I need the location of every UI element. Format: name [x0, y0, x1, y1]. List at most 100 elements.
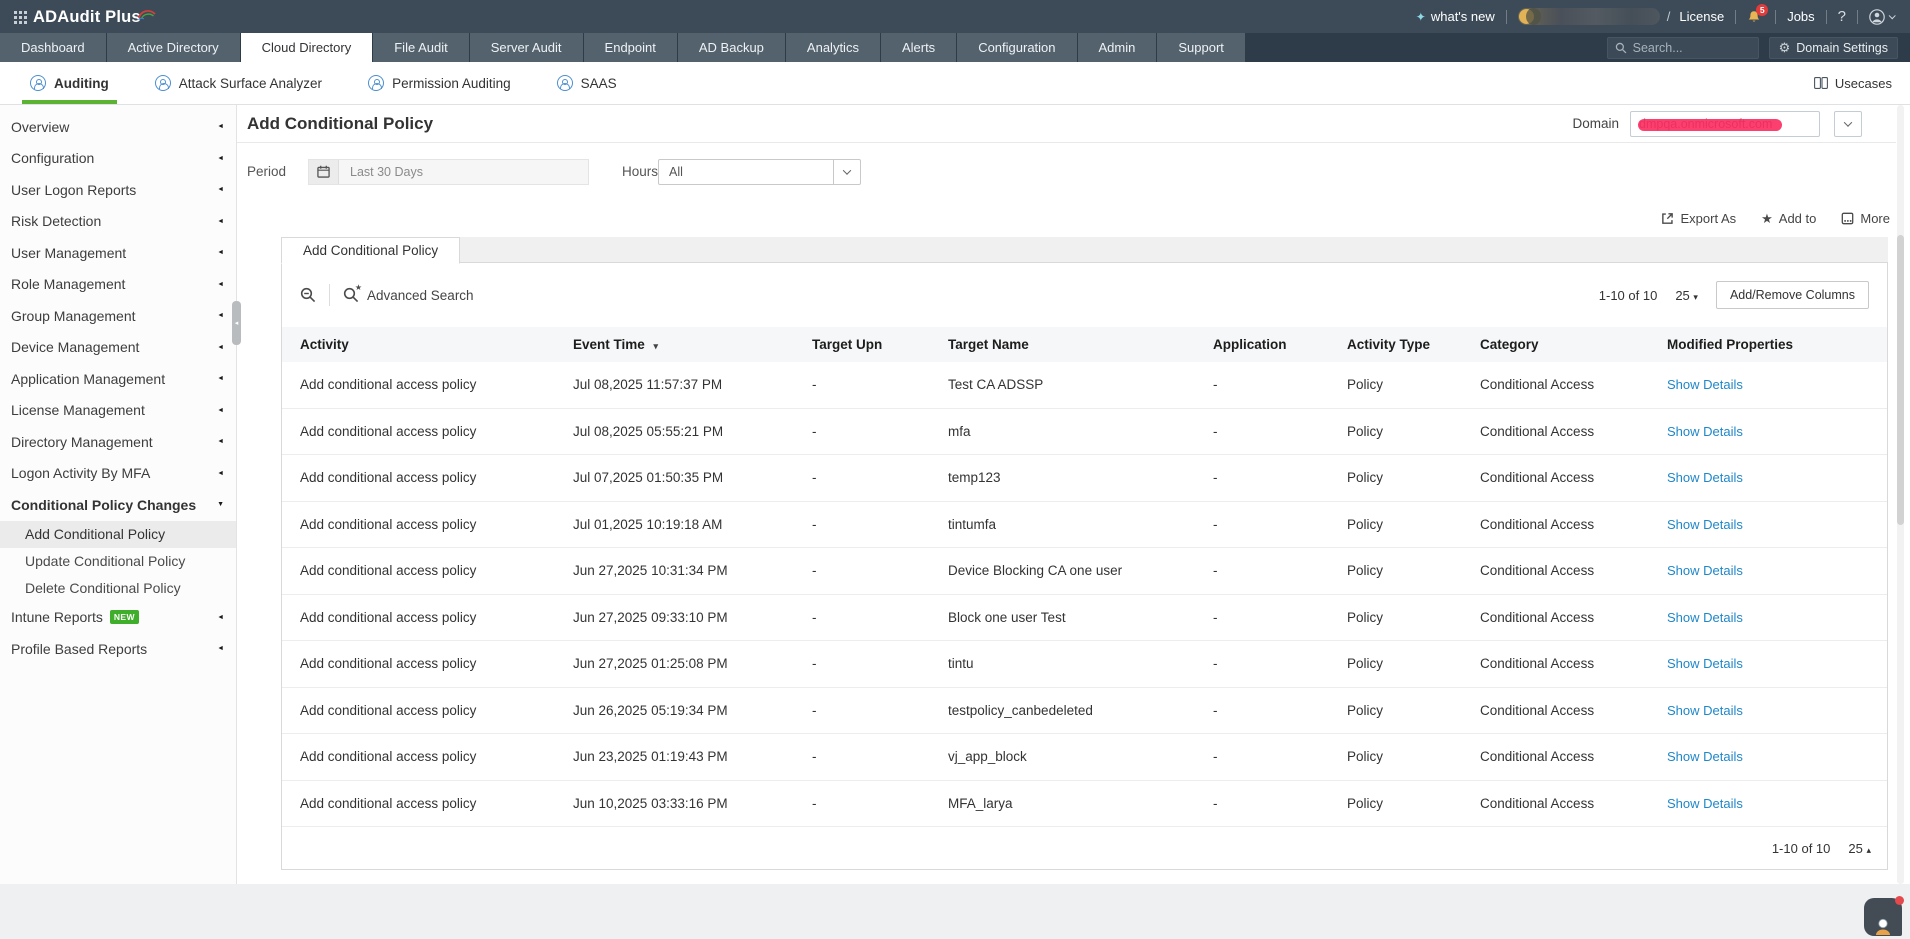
sidebar-item[interactable]: User Management ◄ [0, 237, 236, 269]
sidebar-item[interactable]: User Logon Reports ◄ [0, 174, 236, 206]
sidebar-item[interactable]: Delete Conditional Policy [0, 575, 236, 602]
usecases-button[interactable]: Usecases [1813, 76, 1910, 91]
show-details-link[interactable]: Show Details [1667, 610, 1743, 625]
show-details-link[interactable]: Show Details [1667, 563, 1743, 578]
show-details-link[interactable]: Show Details [1667, 377, 1743, 392]
support-chat-widget[interactable] [1864, 896, 1904, 936]
sidebar-collapse-handle[interactable]: ◂ [232, 301, 241, 345]
col-activity-type[interactable]: Activity Type [1347, 337, 1480, 352]
export-as-button[interactable]: Export As [1661, 211, 1736, 226]
sidebar-item[interactable]: Directory Management ◄ [0, 426, 236, 458]
col-target-upn[interactable]: Target Upn [812, 337, 948, 352]
column-search-icon[interactable] [300, 287, 316, 303]
cell-event-time: Jun 27,2025 09:33:10 PM [573, 609, 728, 625]
module-tab[interactable]: Endpoint [583, 33, 677, 62]
domain-select-caret[interactable] [1834, 110, 1862, 137]
show-details-link[interactable]: Show Details [1667, 470, 1743, 485]
permission-auditing-icon [368, 75, 385, 91]
show-details-link[interactable]: Show Details [1667, 424, 1743, 439]
module-tab[interactable]: Support [1157, 33, 1245, 62]
sidebar-item-label: Role Management [11, 276, 126, 293]
cell-event-time: Jul 08,2025 11:57:37 PM [573, 377, 723, 393]
sidebar-item[interactable]: Device Management ◄ [0, 332, 236, 364]
license-link[interactable]: License [1679, 9, 1724, 24]
page-size-dropdown[interactable]: 25 ▾ [1675, 288, 1698, 303]
show-details-link[interactable]: Show Details [1667, 517, 1743, 532]
add-remove-columns-button[interactable]: Add/Remove Columns [1715, 281, 1869, 309]
sidebar-item[interactable]: License Management ◄ [0, 395, 236, 427]
cell-target-upn: - [812, 702, 817, 718]
module-tab[interactable]: Alerts [880, 33, 957, 62]
calendar-icon [309, 159, 339, 184]
sidebar-item[interactable]: Logon Activity By MFA ◄ [0, 458, 236, 490]
vertical-scrollbar[interactable] [1897, 105, 1904, 884]
module-tab[interactable]: Active Directory [106, 33, 240, 62]
sidebar-item[interactable]: Configuration ◄ [0, 143, 236, 175]
whats-new-link[interactable]: ✦ what's new [1416, 9, 1495, 24]
sidebar-item[interactable]: Update Conditional Policy [0, 548, 236, 575]
col-event-time[interactable]: Event Time ▾ [573, 337, 812, 352]
sidebar-item-label: Update Conditional Policy [25, 553, 186, 569]
sidebar-item[interactable]: Conditional Policy Changes ▼ [0, 489, 236, 521]
saas-icon [556, 75, 573, 91]
sidebar-item[interactable]: Intune Reports NEW ◄ [0, 602, 236, 634]
page-size-dropdown-bottom[interactable]: 25 ▴ [1848, 841, 1871, 856]
module-tab[interactable]: Configuration [957, 33, 1077, 62]
module-tab[interactable]: Cloud Directory [240, 33, 373, 62]
col-category[interactable]: Category [1480, 337, 1667, 352]
show-details-link[interactable]: Show Details [1667, 703, 1743, 718]
col-modified-properties[interactable]: Modified Properties [1667, 337, 1887, 352]
cell-activity: Add conditional access policy [300, 656, 477, 672]
show-details-link[interactable]: Show Details [1667, 656, 1743, 671]
user-avatar-menu[interactable] [1869, 8, 1896, 25]
module-tab[interactable]: File Audit [373, 33, 469, 62]
scrollbar-thumb[interactable] [1897, 235, 1904, 525]
sidebar-item[interactable]: Group Management ◄ [0, 300, 236, 332]
show-details-link[interactable]: Show Details [1667, 796, 1743, 811]
module-tab[interactable]: Admin [1077, 33, 1157, 62]
module-tab-bar: Dashboard Active Directory Cloud Directo… [0, 33, 1910, 62]
advanced-search-icon[interactable]: ★ [343, 283, 362, 303]
module-tab[interactable]: Server Audit [469, 33, 583, 62]
module-tab[interactable]: Analytics [785, 33, 880, 62]
advanced-search-label[interactable]: Advanced Search [367, 288, 474, 303]
period-picker[interactable]: Last 30 Days [308, 158, 589, 185]
module-tab[interactable]: Dashboard [0, 33, 106, 62]
attack-surface-analyzer-icon [154, 75, 171, 91]
star-icon: ★ [1761, 210, 1773, 226]
domain-settings-button[interactable]: ⚙ Domain Settings [1768, 36, 1898, 59]
sidebar-item[interactable]: Profile Based Reports ◄ [0, 633, 236, 665]
report-tab-add-conditional-policy[interactable]: Add Conditional Policy [281, 237, 461, 264]
show-details-link[interactable]: Show Details [1667, 749, 1743, 764]
cell-activity-type: Policy [1347, 656, 1384, 672]
sidebar-item[interactable]: Add Conditional Policy [0, 520, 236, 548]
more-button[interactable]: More [1841, 211, 1890, 226]
sidebar-item[interactable]: Overview ◄ [0, 111, 236, 143]
sidebar-item-label: Directory Management [11, 433, 153, 450]
col-activity[interactable]: Activity [300, 337, 573, 352]
jobs-link[interactable]: Jobs [1787, 9, 1814, 24]
domain-select[interactable]: dmpqa.onmicrosoft.com [1630, 110, 1820, 137]
subnav-item[interactable]: Permission Auditing [368, 62, 511, 104]
sidebar-item[interactable]: Application Management ◄ [0, 363, 236, 395]
notifications-bell-icon[interactable]: 5 [1747, 3, 1769, 24]
bottom-band [0, 884, 1910, 939]
add-to-button[interactable]: ★ Add to [1761, 211, 1816, 227]
col-application[interactable]: Application [1213, 337, 1347, 352]
help-icon[interactable]: ? [1838, 8, 1846, 25]
cell-target-name: testpolicy_canbedeleted [948, 702, 1093, 718]
global-search[interactable] [1606, 36, 1759, 59]
col-target-name[interactable]: Target Name [948, 337, 1213, 352]
gear-icon: ⚙ [1778, 40, 1791, 55]
subnav-item[interactable]: SAAS [556, 62, 617, 104]
sidebar-item[interactable]: Role Management ◄ [0, 269, 236, 301]
chevron-down-icon: ▾ [1693, 291, 1698, 302]
hours-select[interactable]: All [658, 158, 861, 185]
sidebar-item[interactable]: Risk Detection ◄ [0, 206, 236, 238]
subnav-item[interactable]: Auditing [22, 62, 117, 104]
search-input[interactable] [1632, 40, 1743, 55]
module-tab[interactable]: AD Backup [677, 33, 785, 62]
apps-grid-icon[interactable] [14, 11, 17, 14]
cell-activity: Add conditional access policy [300, 749, 477, 765]
subnav-item[interactable]: Attack Surface Analyzer [154, 62, 322, 104]
